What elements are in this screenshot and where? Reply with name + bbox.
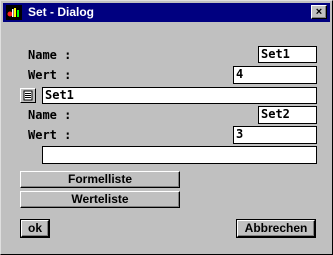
ok-button[interactable]: ok [20,219,50,238]
wert-input-2[interactable]: 3 [233,126,317,144]
abbrechen-button[interactable]: Abbrechen [236,219,316,238]
name-input-1[interactable]: Set1 [258,46,317,63]
name-label-1: Name : [28,48,72,62]
formelliste-button[interactable]: Formelliste [20,171,180,188]
list-icon[interactable] [20,88,36,103]
close-button[interactable]: × [311,5,327,19]
set-list-input-2[interactable] [42,146,317,164]
app-logo-icon [6,5,22,20]
title-bar: Set - Dialog × [3,3,330,22]
name-input-2[interactable]: Set2 [258,106,317,124]
window-title: Set - Dialog [28,5,95,19]
name-label-2: Name : [28,108,72,122]
wert-input-1[interactable]: 4 [233,66,317,84]
werteliste-button[interactable]: Werteliste [20,191,180,208]
set-dialog-window: Set - Dialog × Name : Set1 Wert : 4 Set1… [0,0,333,255]
wert-label-2: Wert : [28,128,72,142]
set-list-input-1[interactable]: Set1 [42,87,317,104]
wert-label-1: Wert : [28,68,72,82]
